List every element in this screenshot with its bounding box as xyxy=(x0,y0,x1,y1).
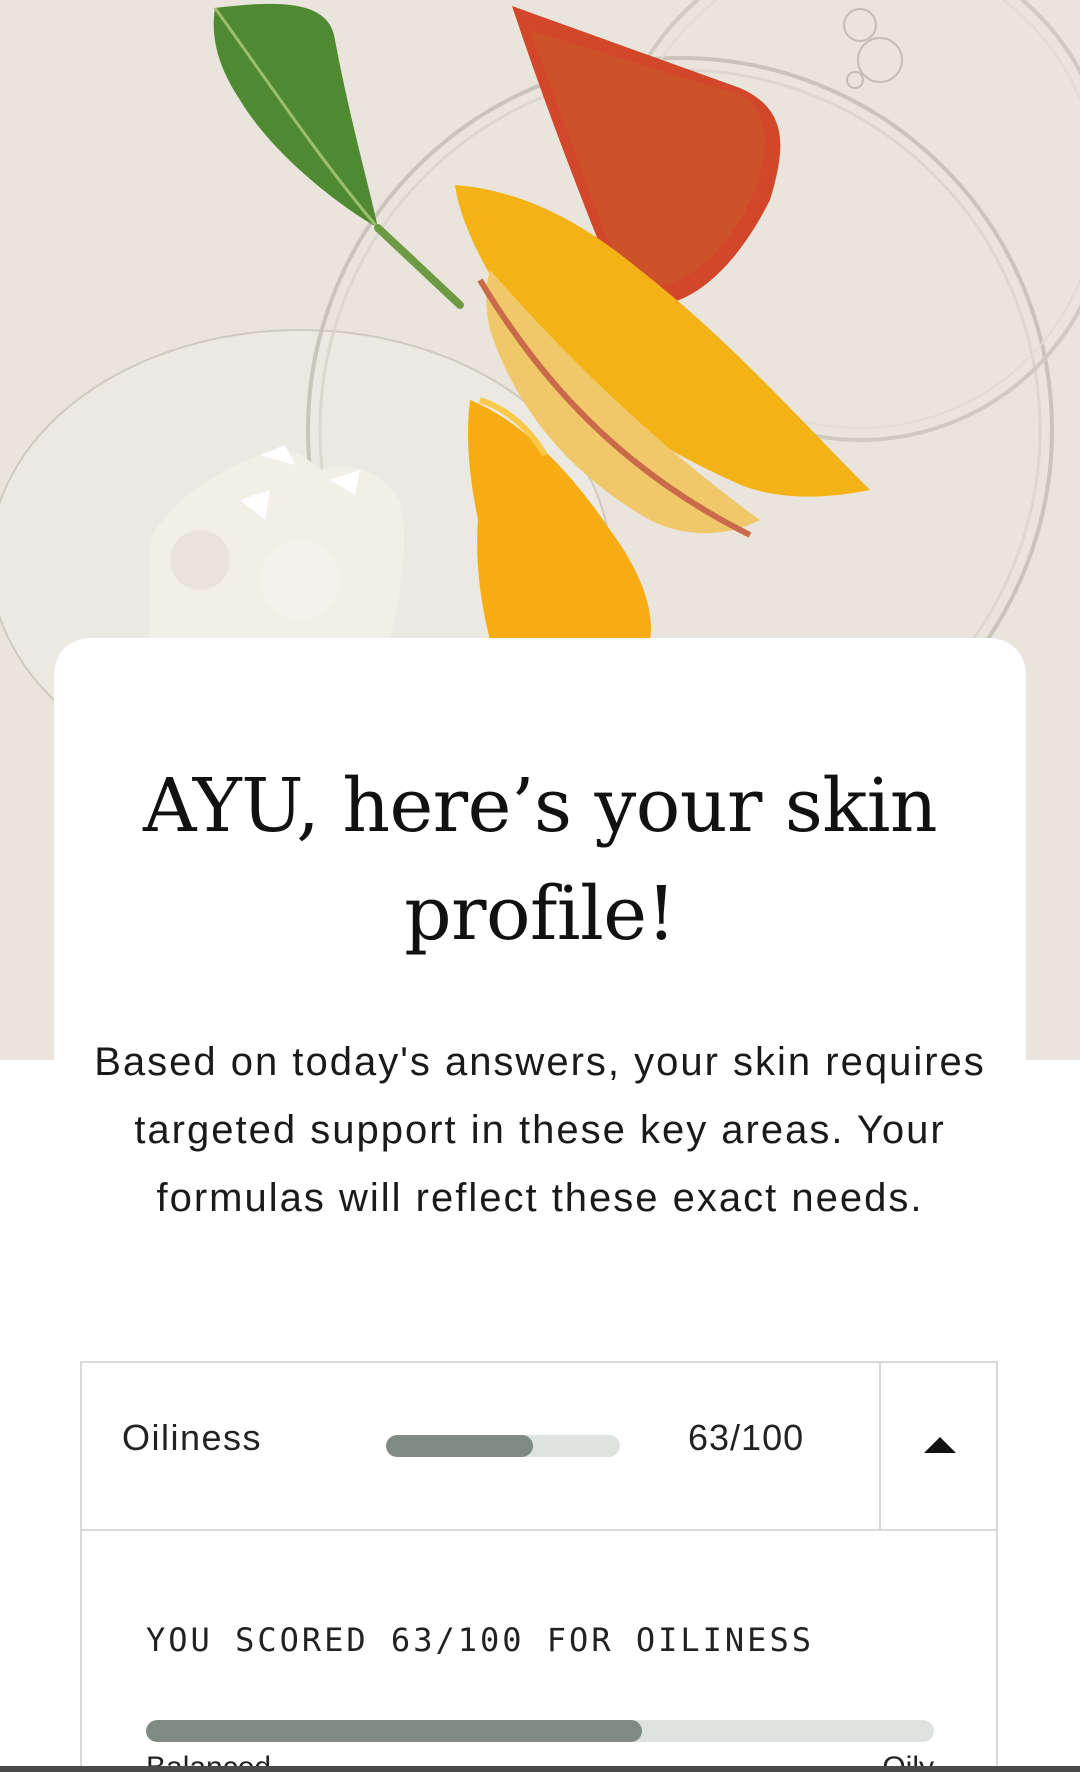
page-title-text: AYU, here’s your skin profile! xyxy=(142,763,938,957)
oiliness-detail-heading: YOU SCORED 63/100 FOR OILINESS xyxy=(146,1621,814,1659)
intro-text: Based on today's answers, your skin requ… xyxy=(0,1028,1080,1232)
collapse-toggle-button[interactable] xyxy=(879,1363,998,1529)
oiliness-accordion-header[interactable]: Oiliness 63/100 xyxy=(82,1363,996,1531)
oiliness-accordion: Oiliness 63/100 YOU SCORED 63/100 FOR OI… xyxy=(80,1361,998,1772)
oiliness-mini-progress-fill xyxy=(386,1435,534,1457)
oiliness-progress-track xyxy=(146,1720,934,1742)
oiliness-progress-fill xyxy=(146,1720,643,1742)
intro-text-body: Based on today's answers, your skin requ… xyxy=(94,1040,986,1220)
oiliness-score: 63/100 xyxy=(688,1417,805,1458)
page-title: AYU, here’s your skin profile! xyxy=(0,752,1080,968)
oiliness-label: Oiliness xyxy=(122,1417,263,1458)
bottom-divider xyxy=(0,1766,1080,1772)
skin-profile-page: AYU, here’s your skin profile! Based on … xyxy=(0,0,1080,1772)
oiliness-mini-progress-track xyxy=(386,1435,620,1457)
caret-up-icon xyxy=(924,1437,956,1453)
